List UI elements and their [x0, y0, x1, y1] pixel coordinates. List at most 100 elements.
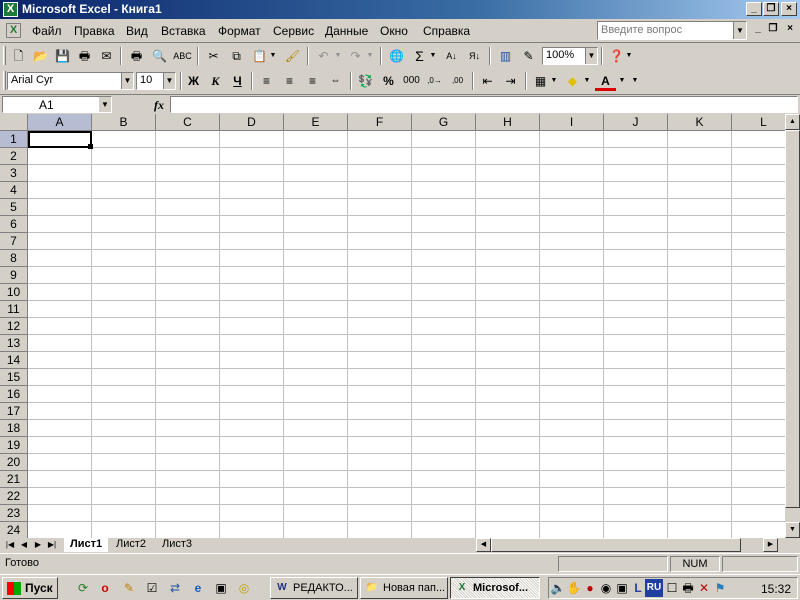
row-header[interactable]: 7 [0, 233, 28, 250]
scroll-left-icon[interactable]: ◀ [476, 538, 491, 552]
menu-insert[interactable]: Вставка [161, 24, 206, 38]
last-sheet-icon[interactable]: ▶| [46, 539, 58, 551]
next-sheet-icon[interactable]: ▶ [32, 539, 44, 551]
increase-decimal-icon[interactable]: ,0→ [424, 71, 445, 91]
row-header[interactable]: 13 [0, 335, 28, 352]
redo-icon[interactable]: ↷ [345, 46, 366, 66]
chevron-down-icon[interactable]: ▼ [617, 71, 627, 91]
undo-icon[interactable]: ↶ [313, 46, 334, 66]
menu-file[interactable]: Файл [32, 24, 62, 38]
doc-restore-button[interactable]: ❐ [765, 23, 781, 37]
desktop-icon[interactable]: ▣ [212, 579, 230, 597]
font-color-icon[interactable]: A [595, 71, 616, 91]
scroll-right-icon[interactable]: ▶ [763, 538, 778, 552]
column-header[interactable]: D [220, 114, 284, 131]
formula-input[interactable] [170, 96, 798, 113]
thousands-icon[interactable]: 000 [401, 71, 422, 91]
align-right-icon[interactable]: ≡ [302, 71, 323, 91]
title-bar[interactable]: X Microsoft Excel - Книга1 _ ❐ × [0, 0, 800, 19]
hscroll-thumb[interactable] [491, 538, 741, 552]
chevron-down-icon[interactable]: ▼ [365, 46, 375, 66]
permission-icon[interactable]: 🖶 [74, 46, 95, 66]
copy-icon[interactable]: ⧉ [226, 46, 247, 66]
row-header[interactable]: 23 [0, 505, 28, 522]
scroll-up-icon[interactable]: ▲ [785, 114, 800, 130]
close-button[interactable]: × [781, 2, 797, 16]
row-header[interactable]: 14 [0, 352, 28, 369]
sort-descending-icon[interactable]: Я↓ [464, 46, 485, 66]
row-header[interactable]: 2 [0, 148, 28, 165]
new-icon[interactable]: 🗋 [8, 46, 29, 66]
menu-help[interactable]: Справка [423, 24, 470, 38]
merge-center-icon[interactable]: ⇔ [325, 71, 346, 91]
toolbar-grip[interactable] [3, 71, 6, 90]
office-icon[interactable]: o [96, 579, 114, 597]
row-header[interactable]: 17 [0, 403, 28, 420]
tool-icon[interactable]: ✎ [120, 579, 138, 597]
column-header[interactable]: B [92, 114, 156, 131]
workbook-icon[interactable]: X [6, 23, 21, 38]
column-header[interactable]: C [156, 114, 220, 131]
format-painter-icon[interactable]: 🖌 [282, 46, 303, 66]
column-header[interactable]: L [732, 114, 785, 131]
italic-button[interactable]: К [205, 71, 226, 91]
worksheet-grid[interactable]: A B C D E F G H I J K L 1 2 3 4 5 6 7 8 9 10 11 12 13 14 15 16 17 18 1… [0, 114, 785, 538]
row-header[interactable]: 20 [0, 454, 28, 471]
borders-icon[interactable]: ▦ [530, 71, 551, 91]
menu-window[interactable]: Окно [380, 24, 408, 38]
sheet-tab-3[interactable]: Лист3 [156, 538, 198, 552]
chart-wizard-icon[interactable]: ▥ [495, 46, 516, 66]
chevron-down-icon[interactable]: ▼ [733, 22, 746, 39]
row-header[interactable]: 6 [0, 216, 28, 233]
row-header[interactable]: 19 [0, 437, 28, 454]
print-icon[interactable]: 🖶 [126, 46, 147, 66]
fill-handle[interactable] [88, 144, 93, 149]
decrease-decimal-icon[interactable]: ,00 [447, 71, 468, 91]
horizontal-scrollbar[interactable]: ◀ ▶ [476, 538, 785, 552]
underline-button[interactable]: Ч [227, 71, 248, 91]
toolbar-options-icon[interactable]: ▼ [630, 71, 640, 91]
align-center-icon[interactable]: ≡ [279, 71, 300, 91]
scroll-down-icon[interactable]: ▼ [785, 522, 800, 538]
align-left-icon[interactable]: ≡ [256, 71, 277, 91]
chevron-down-icon[interactable]: ▼ [549, 71, 559, 91]
bold-button[interactable]: Ж [183, 71, 204, 91]
font-select[interactable]: Arial Cyr ▼ [7, 72, 134, 90]
start-button[interactable]: Пуск [2, 577, 58, 599]
checklist-icon[interactable]: ☑ [143, 579, 161, 597]
restore-button[interactable]: ❐ [763, 2, 779, 16]
row-header[interactable]: 16 [0, 386, 28, 403]
percent-icon[interactable]: % [378, 71, 399, 91]
row-header[interactable]: 1 [0, 131, 28, 148]
column-header[interactable]: K [668, 114, 732, 131]
doc-minimize-button[interactable]: _ [750, 23, 766, 37]
column-header[interactable]: H [476, 114, 540, 131]
column-header[interactable]: F [348, 114, 412, 131]
task-word[interactable]: W РЕДАКТО... [270, 577, 358, 599]
task-folder[interactable]: 📁 Новая пап... [360, 577, 448, 599]
column-header[interactable]: E [284, 114, 348, 131]
row-header[interactable]: 5 [0, 199, 28, 216]
app-icon[interactable]: ◎ [235, 579, 253, 597]
column-header[interactable]: I [540, 114, 604, 131]
chevron-down-icon[interactable]: ▼ [585, 48, 597, 64]
chevron-down-icon[interactable]: ▼ [582, 71, 592, 91]
chevron-down-icon[interactable]: ▼ [163, 73, 175, 89]
cut-icon[interactable]: ✂ [203, 46, 224, 66]
menu-format[interactable]: Формат [218, 24, 261, 38]
row-header[interactable]: 9 [0, 267, 28, 284]
row-header[interactable]: 10 [0, 284, 28, 301]
first-sheet-icon[interactable]: |◀ [4, 539, 16, 551]
chevron-down-icon[interactable]: ▼ [428, 46, 438, 66]
sheet-tab-2[interactable]: Лист2 [110, 538, 152, 552]
insert-function-icon[interactable]: fx [154, 98, 164, 113]
drawing-icon[interactable]: ✎ [518, 46, 539, 66]
currency-icon[interactable]: 💱 [355, 71, 376, 91]
task-excel[interactable]: X Microsof... [450, 577, 540, 599]
open-icon[interactable]: 📂 [30, 46, 51, 66]
doc-close-button[interactable]: × [782, 23, 798, 37]
row-header[interactable]: 21 [0, 471, 28, 488]
menu-view[interactable]: Вид [126, 24, 148, 38]
row-header[interactable]: 22 [0, 488, 28, 505]
save-icon[interactable]: 💾 [52, 46, 73, 66]
